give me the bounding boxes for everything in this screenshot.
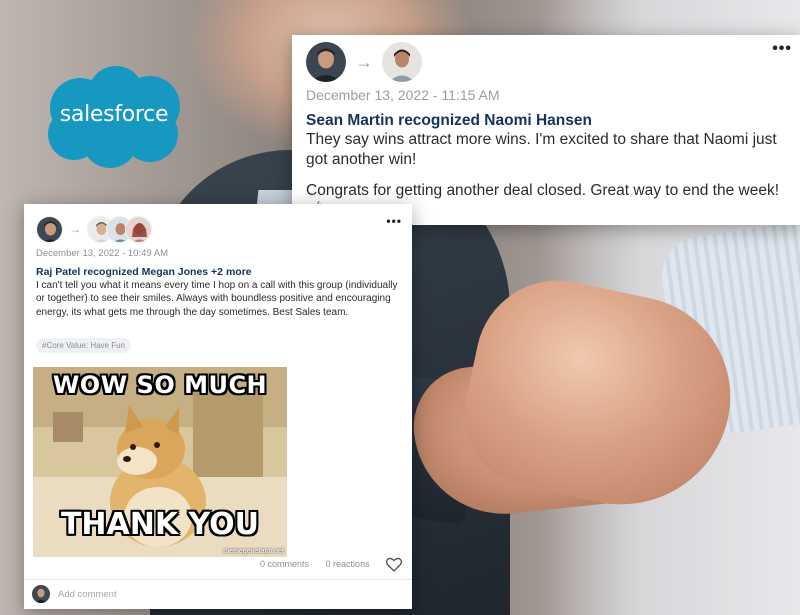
avatar-recipient-3[interactable] [125, 215, 152, 243]
post-body: They say wins attract more wins. I'm exc… [306, 131, 777, 168]
meme-top-caption: WOW SO MUCH [52, 371, 268, 399]
recognition-post-left: → ••• December 13, 2022 - 10:49 AM Raj P… [24, 204, 412, 609]
heart-icon[interactable] [386, 557, 402, 572]
meme-credit: memegenerator.net [223, 548, 284, 555]
logo-wordmark: salesforce [59, 102, 169, 127]
avatar-recipient[interactable] [382, 42, 422, 82]
arrow-right-icon: → [355, 51, 373, 72]
recognition-post-top: → ••• December 13, 2022 - 11:15 AM Sean … [292, 35, 800, 225]
post-avatars: → [306, 41, 422, 83]
post-body-second-text: Congrats for getting another deal closed… [306, 182, 780, 199]
avatar-sender[interactable] [306, 42, 346, 82]
divider [24, 579, 412, 580]
more-options-icon[interactable]: ••• [386, 215, 402, 227]
post-title[interactable]: Raj Patel recognized Megan Jones +2 more [36, 266, 252, 278]
post-avatars: → [36, 215, 152, 243]
comment-row [32, 585, 358, 603]
comments-count[interactable]: 0 comments [260, 559, 309, 569]
core-value-tag[interactable]: #Core Value: Have Fun [36, 338, 132, 353]
post-body: I can't tell you what it means every tim… [36, 280, 398, 318]
meme-image: WOW SO MUCH THANK YOU memegenerator.net [33, 367, 287, 557]
post-title[interactable]: Sean Martin recognized Naomi Hansen [306, 112, 592, 130]
meme-bottom-caption: THANK YOU [60, 507, 260, 542]
reactions-count[interactable]: 0 reactions [326, 559, 370, 569]
salesforce-logo: salesforce [38, 64, 190, 170]
post-date: December 13, 2022 - 10:49 AM [36, 248, 169, 259]
avatar-sender[interactable] [36, 215, 63, 243]
arrow-right-icon: → [69, 222, 81, 236]
avatar-current-user [32, 585, 50, 603]
post-date: December 13, 2022 - 11:15 AM [306, 87, 500, 103]
post-counts: 0 comments 0 reactions [260, 559, 384, 569]
more-options-icon[interactable]: ••• [772, 41, 792, 57]
add-comment-input[interactable] [58, 588, 358, 600]
